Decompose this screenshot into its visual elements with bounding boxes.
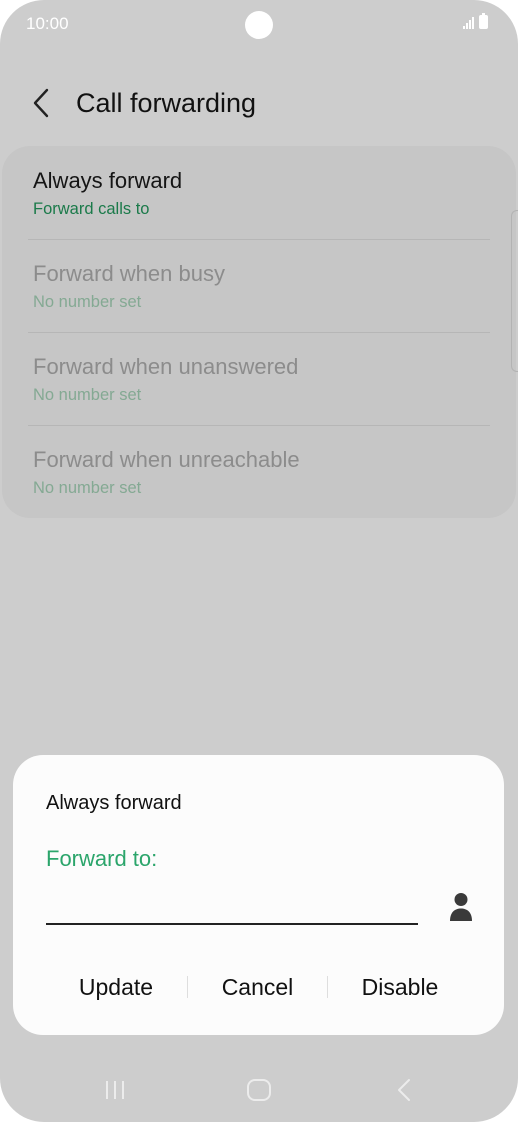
- back-button[interactable]: [28, 86, 58, 120]
- page-title: Call forwarding: [76, 88, 257, 118]
- chevron-left-icon: [33, 88, 49, 118]
- scroll-indicator[interactable]: [511, 210, 518, 372]
- back-icon: [398, 1079, 410, 1101]
- dialog-title: Always forward: [46, 792, 182, 814]
- contact-picker-button[interactable]: [447, 892, 475, 922]
- home-icon: [247, 1079, 271, 1101]
- list-item-forward-when-busy[interactable]: Forward when busy No number set: [2, 239, 516, 332]
- list-item-subtitle: Forward calls to: [33, 200, 150, 218]
- forward-options-list: Always forward Forward calls to Forward …: [2, 146, 516, 518]
- front-camera: [245, 11, 273, 39]
- status-bar: 10:00: [0, 0, 518, 50]
- status-icons: [463, 13, 488, 29]
- recent-apps-icon: [106, 1081, 124, 1099]
- list-item-forward-when-unanswered[interactable]: Forward when unanswered No number set: [2, 332, 516, 425]
- navigation-bar: [0, 1064, 518, 1116]
- list-item-forward-when-unreachable[interactable]: Forward when unreachable No number set: [2, 425, 516, 518]
- cancel-button[interactable]: Cancel: [188, 965, 327, 1009]
- list-item-subtitle: No number set: [33, 293, 142, 311]
- list-item-subtitle: No number set: [33, 386, 142, 404]
- list-item-label: Forward when busy: [33, 261, 225, 286]
- dialog-actions: Update Cancel Disable: [13, 965, 504, 1009]
- list-item-subtitle: No number set: [33, 479, 142, 497]
- recent-apps-button[interactable]: [95, 1074, 135, 1106]
- forward-number-input[interactable]: [46, 887, 418, 925]
- phone-screen: 10:00 Call forwarding Always forward For…: [0, 0, 518, 1122]
- signal-icon: [463, 15, 474, 29]
- app-header: Call forwarding: [0, 80, 518, 130]
- disable-button[interactable]: Disable: [329, 965, 471, 1009]
- list-item-label: Forward when unreachable: [33, 447, 300, 472]
- button-separator: [327, 976, 328, 998]
- forward-to-label: Forward to:: [46, 846, 158, 871]
- list-item-always-forward[interactable]: Always forward Forward calls to: [2, 146, 516, 239]
- person-icon: [450, 893, 472, 921]
- status-time: 10:00: [26, 14, 69, 33]
- home-button[interactable]: [239, 1074, 279, 1106]
- list-item-label: Forward when unanswered: [33, 354, 299, 379]
- nav-back-button[interactable]: [385, 1074, 425, 1106]
- update-button[interactable]: Update: [46, 965, 186, 1009]
- battery-icon: [479, 13, 488, 29]
- list-item-label: Always forward: [33, 168, 183, 193]
- always-forward-dialog: Always forward Forward to: Update Cancel…: [13, 755, 504, 1035]
